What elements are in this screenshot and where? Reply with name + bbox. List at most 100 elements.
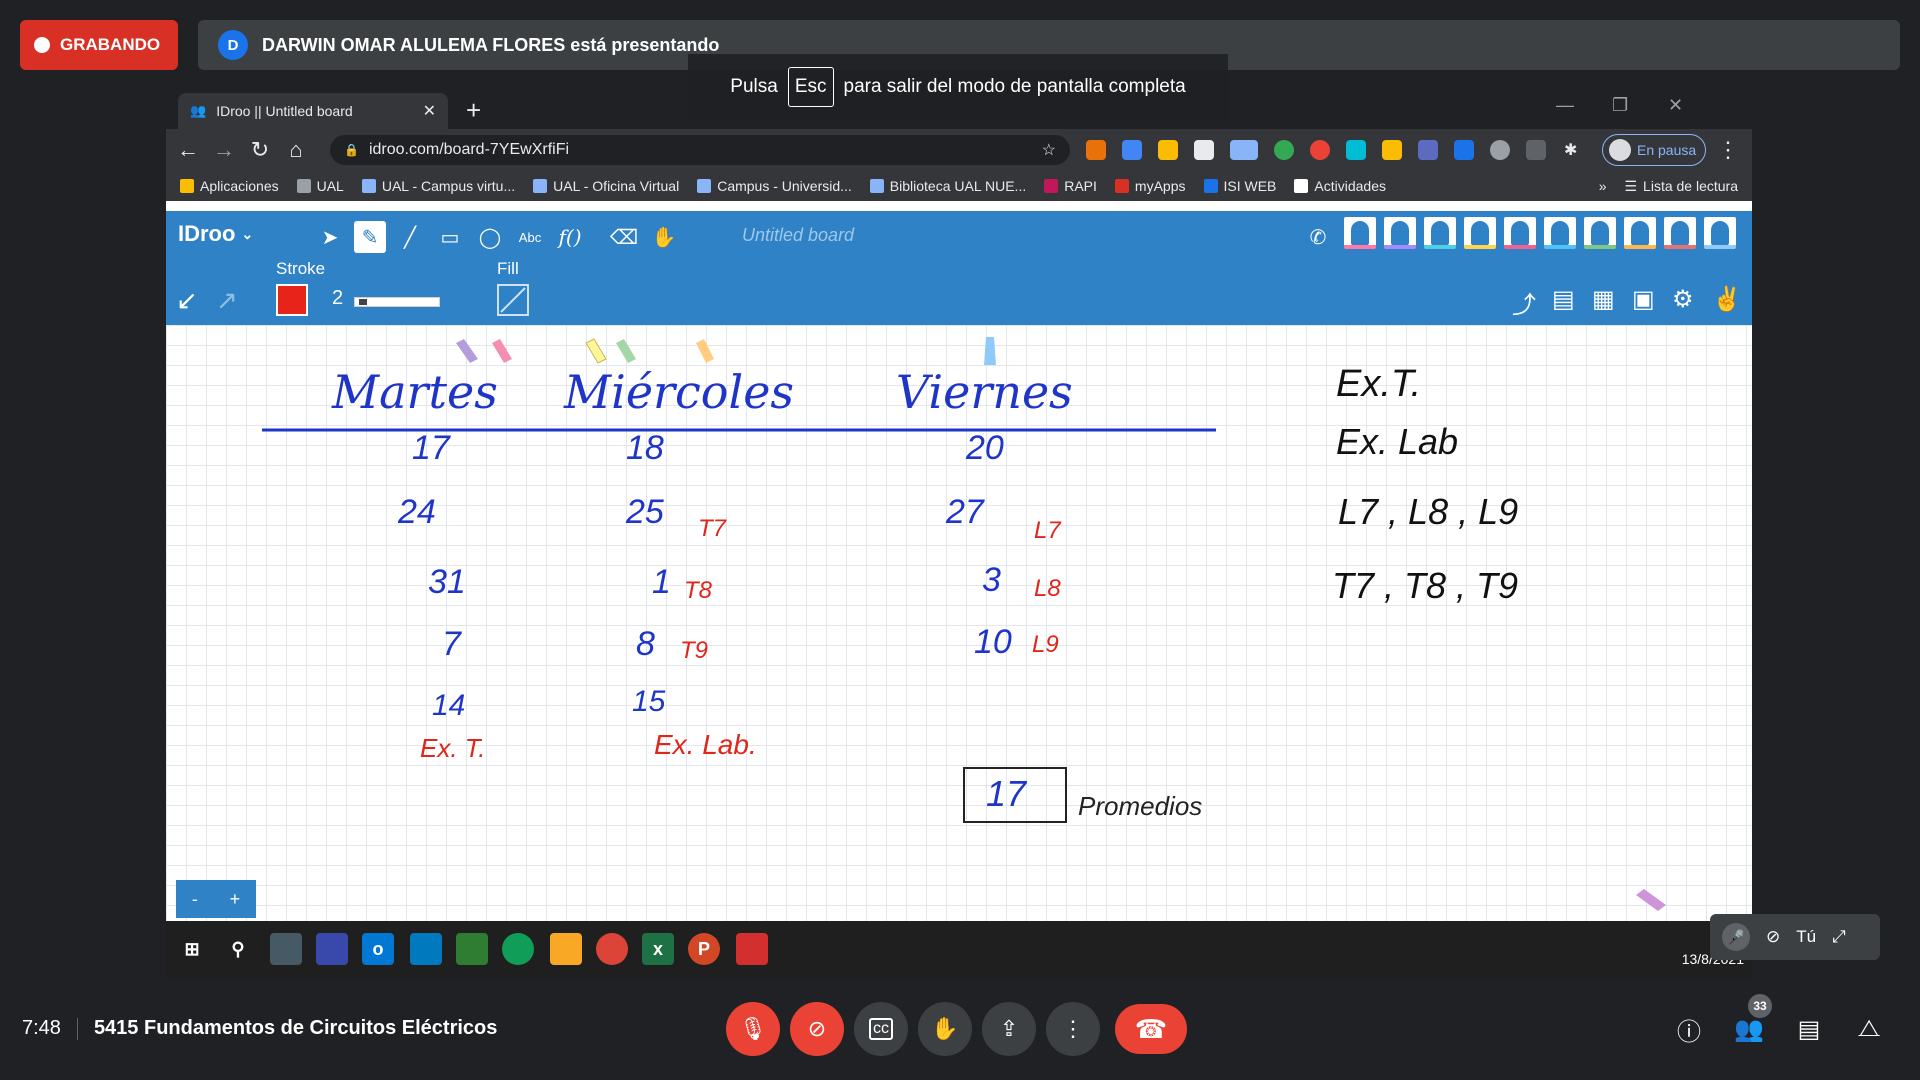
browser-tab[interactable]: 👥 IDroo || Untitled board ✕ — [178, 93, 448, 129]
participant-avatar-icon[interactable] — [1544, 217, 1576, 249]
reading-list-button[interactable]: ☰ Lista de lectura — [1624, 178, 1738, 195]
bookmark-item[interactable]: UAL - Oficina Virtual — [533, 178, 679, 194]
fill-color-swatch[interactable] — [497, 284, 529, 316]
image-icon[interactable]: ▣ — [1632, 285, 1655, 314]
camera-toggle-button[interactable]: ⊘ — [790, 1002, 844, 1056]
participant-avatar-icon[interactable] — [1584, 217, 1616, 249]
select-tool-icon[interactable]: ➤ — [314, 221, 346, 253]
share-icon[interactable]: ⤴ — [1512, 285, 1536, 320]
participant-avatar-icon[interactable] — [1624, 217, 1656, 249]
extension-icon[interactable] — [1454, 140, 1474, 160]
extension-icon[interactable] — [1382, 140, 1402, 160]
more-options-button[interactable]: ⋮ — [1046, 1002, 1100, 1056]
meeting-details-button[interactable]: ⓘ — [1672, 1012, 1706, 1046]
stroke-width-slider[interactable] — [354, 297, 440, 307]
pencil-tool-icon[interactable]: ✎ — [354, 221, 386, 253]
bookmark-item[interactable]: myApps — [1114, 178, 1186, 194]
whiteboard-canvas[interactable]: Martes Miércoles Viernes 17 24 31 7 14 1… — [166, 325, 1752, 921]
line-tool-icon[interactable]: ╱ — [394, 221, 426, 253]
microphone-toggle-button[interactable]: 🎙 — [726, 1002, 780, 1056]
chat-icon[interactable]: ▤ — [1552, 285, 1575, 314]
phone-icon[interactable]: ✆ — [1302, 221, 1334, 253]
puzzle-icon[interactable]: ✱ — [1564, 140, 1584, 160]
self-view-tile[interactable]: 🎤 ⊘ Tú ⤢ — [1710, 914, 1880, 960]
participant-avatar-icon[interactable] — [1344, 217, 1376, 249]
chat-button[interactable]: ▤ — [1792, 1012, 1826, 1046]
browser-menu-icon[interactable]: ⋮ — [1714, 137, 1742, 163]
file-explorer-icon[interactable] — [550, 933, 582, 965]
user-settings-icon[interactable]: ✌ — [1712, 285, 1742, 314]
redo-arrow-icon[interactable]: ↗ — [216, 285, 238, 316]
shield-extension-icon[interactable] — [1158, 140, 1178, 160]
mic-off-icon[interactable]: 🎤 — [1722, 923, 1750, 951]
profile-button[interactable]: En pausa — [1602, 134, 1706, 166]
participant-avatar-icon[interactable] — [1384, 217, 1416, 249]
edge-icon[interactable] — [502, 933, 534, 965]
extension-icon[interactable] — [1086, 140, 1106, 160]
gear-icon[interactable]: ⚙ — [1672, 285, 1694, 314]
minimize-icon[interactable]: — — [1556, 95, 1574, 116]
tab-close-icon[interactable]: ✕ — [423, 101, 436, 121]
bookmark-item[interactable]: Actividades — [1294, 178, 1386, 194]
chrome-icon[interactable] — [596, 933, 628, 965]
bookmark-item[interactable]: ISI WEB — [1203, 178, 1276, 194]
powerpoint-icon[interactable]: P — [688, 933, 720, 965]
new-tab-button[interactable]: + — [466, 95, 481, 126]
bookmark-item[interactable]: Campus - Universid... — [697, 178, 852, 194]
taskbar-app-icon[interactable] — [270, 933, 302, 965]
extension-icon[interactable] — [1230, 140, 1258, 160]
eraser-tool-icon[interactable]: ⌫ — [608, 221, 640, 253]
bookmark-item[interactable]: UAL - Campus virtu... — [361, 178, 515, 194]
excel-icon[interactable]: x — [642, 933, 674, 965]
participant-avatar-icon[interactable] — [1704, 217, 1736, 249]
undo-arrow-icon[interactable]: ↙ — [176, 285, 198, 316]
board-title[interactable]: Untitled board — [742, 225, 854, 246]
participant-avatar-icon[interactable] — [1664, 217, 1696, 249]
grid-extension-icon[interactable] — [1346, 140, 1366, 160]
forward-icon[interactable]: → — [210, 137, 238, 163]
present-button[interactable]: ⇪ — [982, 1002, 1036, 1056]
taskbar-search-icon[interactable]: ⚲ — [222, 933, 254, 965]
reload-icon[interactable]: ↻ — [246, 137, 274, 163]
expand-icon[interactable]: ⤢ — [1832, 927, 1846, 947]
adblock-extension-icon[interactable] — [1310, 140, 1330, 160]
outlook-icon[interactable]: o — [362, 933, 394, 965]
stroke-color-swatch[interactable] — [276, 284, 308, 316]
taskbar-app-icon[interactable] — [456, 933, 488, 965]
window-close-icon[interactable]: ✕ — [1668, 95, 1683, 116]
zoom-in-button[interactable]: + — [230, 889, 241, 910]
home-icon[interactable]: ⌂ — [282, 137, 310, 163]
bookmark-item[interactable]: Aplicaciones — [180, 178, 279, 194]
extension-icon[interactable] — [1490, 140, 1510, 160]
taskbar-app-icon[interactable] — [316, 933, 348, 965]
bookmark-item[interactable]: UAL — [296, 178, 344, 194]
restore-icon[interactable]: ❐ — [1612, 95, 1628, 116]
acrobat-icon[interactable] — [736, 933, 768, 965]
captions-button[interactable]: cc — [854, 1002, 908, 1056]
camera-off-icon[interactable]: ⊘ — [1766, 927, 1780, 947]
windows-start-icon[interactable]: ⊞ — [176, 933, 208, 965]
more-bookmarks-icon[interactable]: » — [1599, 178, 1607, 194]
extension-icon[interactable] — [1418, 140, 1438, 160]
hand-tool-icon[interactable]: ✋ — [648, 221, 680, 253]
zoom-out-button[interactable]: - — [192, 889, 198, 910]
trello-icon[interactable] — [410, 933, 442, 965]
participant-avatar-icon[interactable] — [1504, 217, 1536, 249]
ellipse-tool-icon[interactable]: ◯ — [474, 221, 506, 253]
activities-button[interactable]: ⧍ — [1852, 1012, 1886, 1046]
extension-icon[interactable] — [1274, 140, 1294, 160]
participant-avatar-icon[interactable] — [1424, 217, 1456, 249]
translate-extension-icon[interactable] — [1122, 140, 1142, 160]
leave-call-button[interactable]: ☎ — [1115, 1004, 1187, 1054]
idroo-logo[interactable]: IDroo ⌄ — [178, 221, 253, 247]
document-icon[interactable]: ▦ — [1592, 285, 1615, 314]
address-bar[interactable]: 🔒 idroo.com/board-7YEwXrfiFi ☆ — [330, 135, 1070, 165]
download-extension-icon[interactable] — [1526, 140, 1546, 160]
bookmark-item[interactable]: RAPI — [1044, 178, 1097, 194]
text-tool-icon[interactable]: Abc — [514, 221, 546, 253]
back-icon[interactable]: ← — [174, 137, 202, 163]
bookmark-item[interactable]: Biblioteca UAL NUE... — [869, 178, 1026, 194]
extension-icon[interactable] — [1194, 140, 1214, 160]
participant-avatar-icon[interactable] — [1464, 217, 1496, 249]
raise-hand-button[interactable]: ✋ — [918, 1002, 972, 1056]
